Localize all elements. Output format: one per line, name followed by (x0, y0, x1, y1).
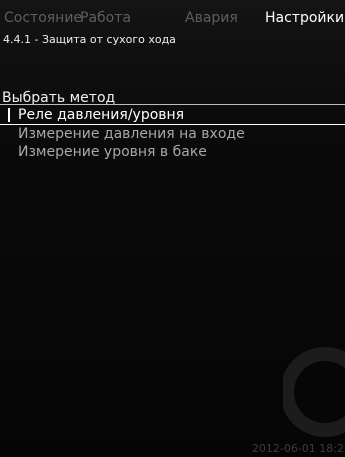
watermark-logo-icon (283, 347, 345, 437)
heading-divider (0, 104, 345, 105)
option-tank-level-measurement[interactable]: Измерение уровня в баке (0, 143, 345, 161)
control-panel-screen: Состояние Работа Авария Настройки 4.4.1 … (0, 0, 345, 457)
method-option-list: Реле давления/уровня Измерение давления … (0, 106, 345, 161)
tab-status[interactable]: Состояние (4, 10, 82, 26)
tab-operation[interactable]: Работа (80, 10, 131, 26)
tab-settings[interactable]: Настройки (265, 10, 344, 26)
tab-alarm[interactable]: Авария (185, 10, 238, 26)
screen-title: 4.4.1 - Защита от сухого хода (3, 33, 176, 46)
option-pressure-level-switch[interactable]: Реле давления/уровня (0, 106, 345, 125)
tab-bar: Состояние Работа Авария Настройки (0, 6, 345, 28)
status-datetime: 2012-06-01 18:22 (251, 442, 345, 455)
option-inlet-pressure-measurement[interactable]: Измерение давления на входе (0, 125, 345, 143)
